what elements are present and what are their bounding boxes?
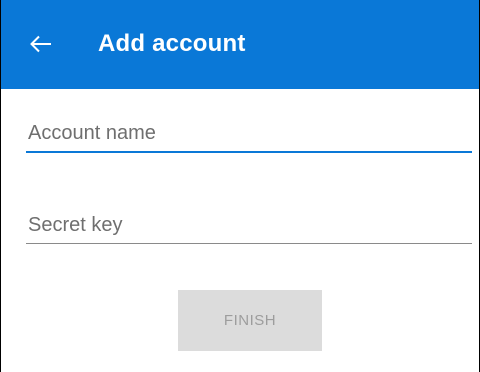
page-title: Add account bbox=[98, 30, 246, 57]
account-name-underline bbox=[26, 151, 472, 153]
account-name-input[interactable] bbox=[26, 122, 472, 151]
secret-key-underline bbox=[26, 243, 472, 244]
secret-key-field bbox=[26, 214, 472, 244]
arrow-left-icon bbox=[30, 35, 51, 53]
finish-button[interactable]: FINISH bbox=[178, 290, 322, 351]
add-account-screen: Add account FINISH bbox=[0, 0, 480, 372]
account-name-field bbox=[26, 122, 472, 153]
app-bar: Add account bbox=[1, 0, 479, 89]
secret-key-input[interactable] bbox=[26, 214, 472, 243]
back-button[interactable] bbox=[23, 26, 59, 62]
